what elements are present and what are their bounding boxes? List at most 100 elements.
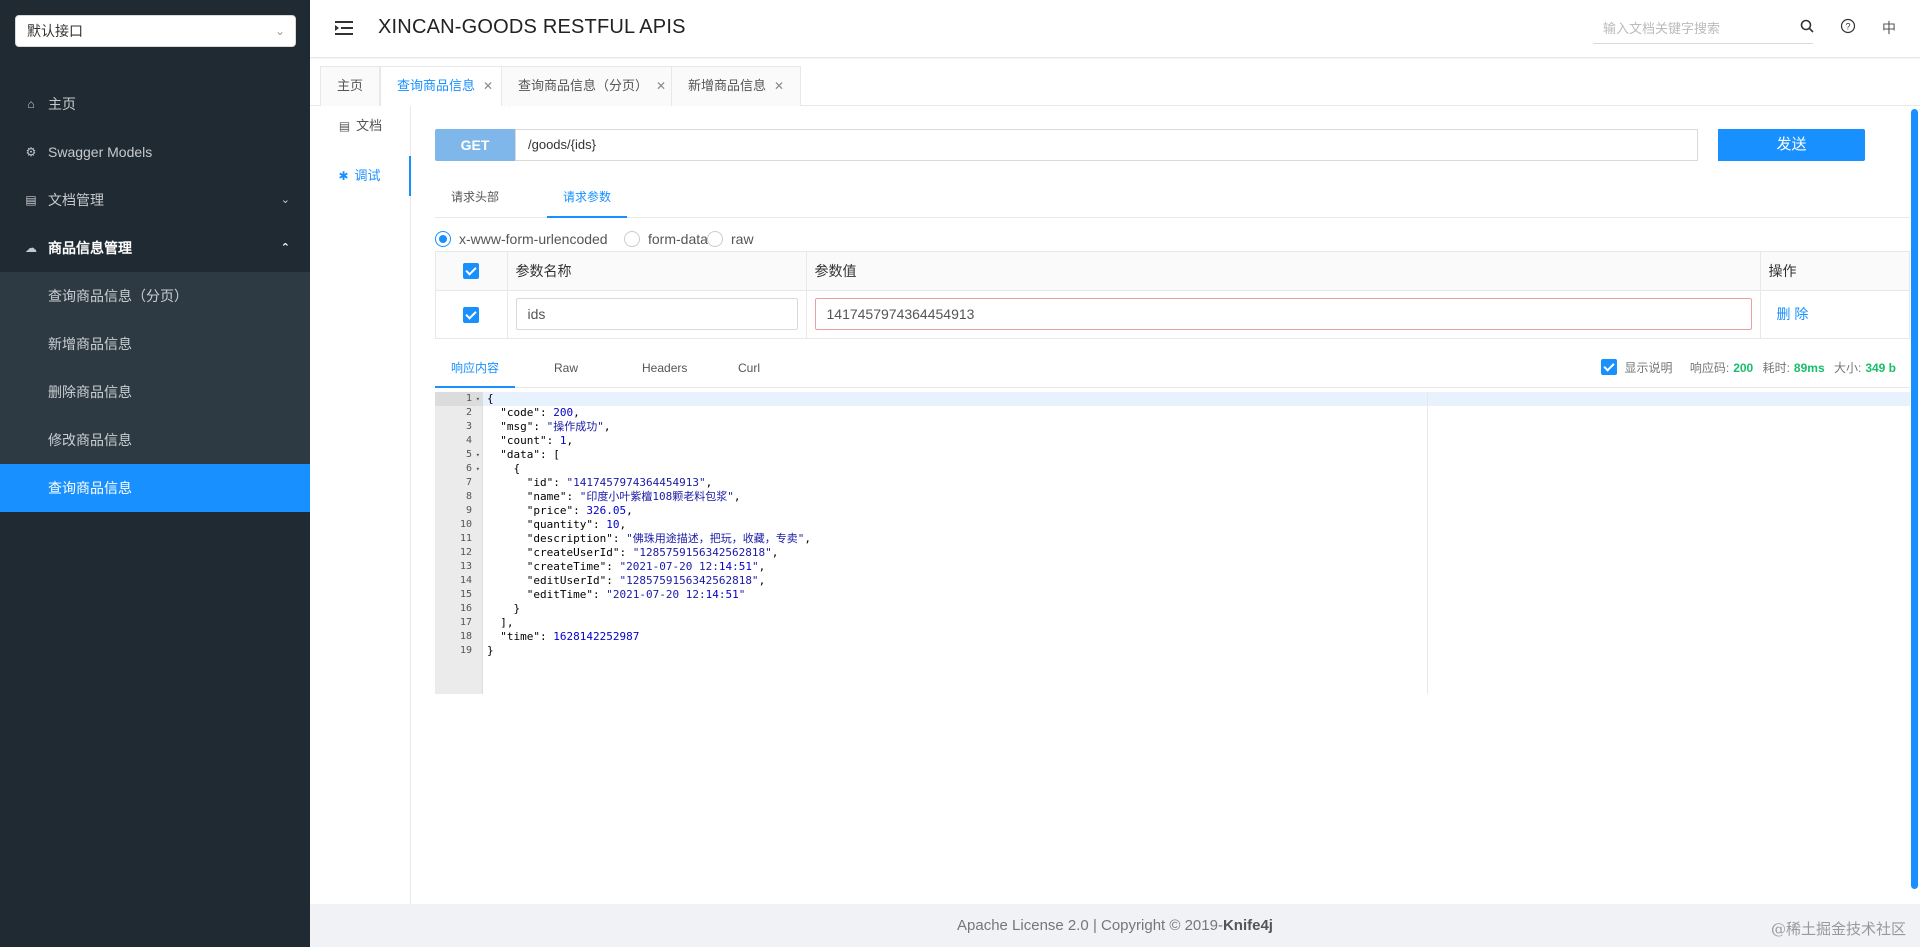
sidebar-subitem-label: 查询商品信息（分页） bbox=[48, 288, 188, 304]
footer-text: Apache License 2.0 | Copyright © 2019- bbox=[957, 917, 1223, 934]
scrollbar[interactable] bbox=[1911, 109, 1918, 889]
close-icon[interactable]: ✕ bbox=[483, 79, 493, 93]
cloud-icon: ☁ bbox=[25, 241, 37, 255]
line-number: 12 bbox=[459, 547, 472, 558]
table-row: ids 1417457974364454913 删 除 bbox=[436, 290, 1909, 338]
tab-response-raw[interactable]: Raw bbox=[538, 348, 594, 388]
tab-request-params[interactable]: 请求参数 bbox=[547, 176, 628, 218]
menu-fold-icon[interactable] bbox=[334, 18, 354, 38]
code-line: "editTime": "2021-07-20 12:14:51" bbox=[526, 588, 746, 601]
chevron-down-icon: ⌄ bbox=[280, 194, 290, 206]
close-icon[interactable]: ✕ bbox=[774, 79, 784, 93]
params-header-row: 参数名称 参数值 操作 bbox=[436, 252, 1909, 291]
request-url-row: GET /goods/{ids} 发送 bbox=[435, 129, 1865, 161]
tab-home[interactable]: 主页 bbox=[320, 66, 381, 106]
sidebar-subitem-add[interactable]: 新增商品信息 bbox=[0, 320, 310, 368]
tab-query-goods-page[interactable]: 查询商品信息（分页） ✕ bbox=[501, 66, 684, 106]
status-code-label: 响应码: bbox=[1689, 361, 1730, 375]
show-desc-checkbox[interactable] bbox=[1600, 359, 1617, 376]
radio-form-data[interactable]: form-data bbox=[624, 224, 708, 254]
size-label: 大小: bbox=[1833, 361, 1862, 375]
tab-label: 查询商品信息（分页） bbox=[518, 78, 649, 93]
tab-debug[interactable]: ✱ 调试 bbox=[310, 156, 411, 196]
tab-response-curl[interactable]: Curl bbox=[722, 348, 776, 388]
svg-text:?: ? bbox=[1845, 22, 1850, 32]
line-number: 14 bbox=[459, 575, 472, 586]
code-line: "quantity": 10, bbox=[526, 518, 627, 531]
group-select[interactable]: 默认接口 ⌄ bbox=[15, 15, 296, 47]
radio-urlencoded[interactable]: x-www-form-urlencoded bbox=[435, 224, 608, 254]
sidebar-item-label: Swagger Models bbox=[48, 144, 153, 160]
param-action-header: 操作 bbox=[1760, 252, 1909, 291]
code-line: "name": "印度小叶紫檀108颗老料包浆", bbox=[526, 490, 741, 503]
help-icon[interactable]: ? bbox=[1838, 18, 1858, 38]
group-select-value: 默认接口 bbox=[27, 23, 83, 39]
code-line: "code": 200, bbox=[500, 406, 580, 419]
code-line: } bbox=[487, 644, 494, 657]
line-number: 9 bbox=[465, 505, 472, 516]
code-line: { bbox=[483, 392, 1910, 406]
tab-doc[interactable]: ▤ 文档 bbox=[310, 106, 411, 146]
code-line: "data": [ bbox=[500, 448, 560, 461]
tab-add-goods[interactable]: 新增商品信息 ✕ bbox=[671, 66, 802, 106]
sidebar-submenu: 查询商品信息（分页） 新增商品信息 删除商品信息 修改商品信息 查询商品信息 bbox=[0, 272, 310, 512]
sidebar-item-swagger-models[interactable]: ⚙ Swagger Models bbox=[0, 128, 310, 176]
line-number: 6 ▾ bbox=[465, 462, 480, 476]
sidebar-item-doc-manage[interactable]: ▤ 文档管理 ⌄ bbox=[0, 176, 310, 224]
row-checkbox[interactable] bbox=[463, 306, 480, 323]
radio-circle bbox=[435, 230, 451, 247]
url-input[interactable]: /goods/{ids} bbox=[515, 129, 1698, 161]
sidebar-menu: ⌂ 主页 ⚙ Swagger Models ▤ 文档管理 ⌄ ☁ 商品信息管理 … bbox=[0, 80, 310, 512]
language-switch[interactable]: 中 bbox=[1879, 18, 1899, 38]
method-badge: GET bbox=[435, 129, 515, 161]
param-name-cell: ids bbox=[507, 290, 807, 338]
sidebar-item-goods-manage[interactable]: ☁ 商品信息管理 ⌃ bbox=[0, 224, 310, 272]
code-line: "id": "1417457974364454913", bbox=[526, 476, 713, 489]
response-editor[interactable]: 1 ▾ 2 3 4 5 ▾ 6 ▾ 7 8 9 10 11 12 13 14 15 16 17 18 19 { "code… bbox=[435, 392, 1910, 694]
send-button[interactable]: 发送 bbox=[1718, 129, 1865, 161]
tab-response-content[interactable]: 响应内容 bbox=[435, 348, 516, 388]
param-value-input[interactable]: 1417457974364454913 bbox=[814, 298, 1752, 331]
line-number: 8 bbox=[465, 491, 472, 502]
fold-toggle-icon[interactable]: ▾ bbox=[476, 392, 480, 406]
close-icon[interactable]: ✕ bbox=[656, 79, 666, 93]
radio-raw[interactable]: raw bbox=[707, 224, 754, 254]
tab-response-headers[interactable]: Headers bbox=[626, 348, 703, 388]
fold-toggle-icon[interactable]: ▾ bbox=[476, 462, 480, 476]
param-name-input[interactable]: ids bbox=[515, 298, 798, 331]
response-meta: 显示说明 响应码: 200 耗时: 89ms 大小: 349 b bbox=[1600, 348, 1903, 388]
response-tabs: 响应内容 Raw Headers Curl 显示说明 响应码: 200 耗时: 89… bbox=[435, 348, 1910, 388]
tab-query-goods[interactable]: 查询商品信息 ✕ bbox=[380, 66, 511, 107]
tab-request-headers[interactable]: 请求头部 bbox=[435, 176, 515, 218]
delete-link[interactable]: 删 除 bbox=[1761, 306, 1809, 322]
param-value-header: 参数值 bbox=[806, 252, 1761, 291]
tab-label: 查询商品信息 bbox=[397, 78, 476, 93]
line-number: 10 bbox=[459, 519, 472, 530]
sidebar-subitem-edit[interactable]: 修改商品信息 bbox=[0, 416, 310, 464]
sidebar-subitem-query[interactable]: 查询商品信息 bbox=[0, 464, 310, 512]
header: XINCAN-GOODS RESTFUL APIS ? 中 bbox=[310, 0, 1920, 58]
vtab-label: 调试 bbox=[354, 168, 381, 183]
search-icon[interactable] bbox=[1797, 18, 1817, 38]
fold-toggle-icon[interactable]: ▾ bbox=[476, 448, 480, 462]
line-number: 3 bbox=[465, 421, 472, 432]
chevron-up-icon: ⌃ bbox=[280, 242, 290, 254]
sidebar-item-label: 主页 bbox=[48, 96, 76, 112]
code-line: "msg": "操作成功", bbox=[500, 420, 611, 433]
search-box bbox=[1593, 14, 1813, 44]
line-number: 17 bbox=[459, 617, 472, 628]
response-size: 349 b bbox=[1865, 361, 1896, 375]
status-code: 200 bbox=[1733, 361, 1754, 375]
select-all-checkbox[interactable] bbox=[463, 263, 480, 280]
sidebar-subitem-label: 修改商品信息 bbox=[48, 432, 132, 448]
sidebar-item-label: 文档管理 bbox=[48, 192, 104, 208]
page-tabs: 主页 查询商品信息 ✕ 查询商品信息（分页） ✕ 新增商品信息 ✕ bbox=[310, 59, 1920, 107]
response-code: { "code": 200, "msg": "操作成功", "count": 1… bbox=[483, 392, 1910, 694]
tab-label: 新增商品信息 bbox=[688, 78, 767, 93]
code-line: "time": 1628142252987 bbox=[500, 630, 640, 643]
sidebar-subitem-query-page[interactable]: 查询商品信息（分页） bbox=[0, 272, 310, 320]
search-input[interactable] bbox=[1593, 14, 1793, 42]
sidebar-item-home[interactable]: ⌂ 主页 bbox=[0, 80, 310, 128]
line-number-gutter: 1 ▾ 2 3 4 5 ▾ 6 ▾ 7 8 9 10 11 12 13 14 15 16 17 18 19 bbox=[435, 392, 483, 694]
sidebar-subitem-delete[interactable]: 删除商品信息 bbox=[0, 368, 310, 416]
